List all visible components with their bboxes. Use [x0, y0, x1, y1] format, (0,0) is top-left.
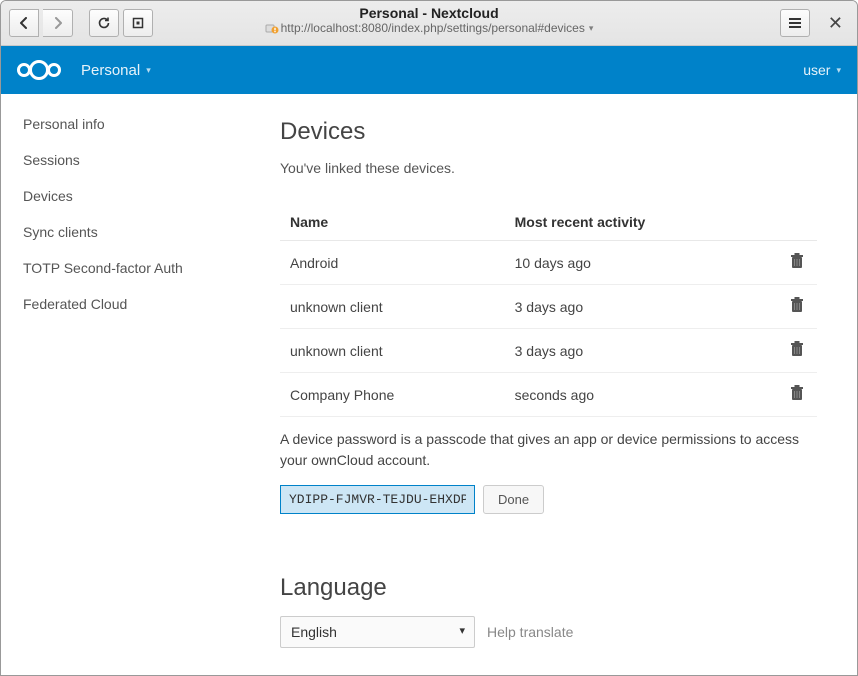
table-row: Android10 days ago	[280, 241, 817, 285]
device-activity: 10 days ago	[505, 241, 777, 285]
settings-sidebar: Personal info Sessions Devices Sync clie…	[1, 94, 256, 675]
user-menu-label: user	[803, 62, 830, 78]
url-text: http://localhost:8080/index.php/settings…	[281, 21, 585, 35]
app-header: Personal ▾ user ▾	[1, 46, 857, 94]
chevron-down-icon: ▾	[146, 65, 151, 76]
device-activity: 3 days ago	[505, 285, 777, 329]
main-content: Devices You've linked these devices. Nam…	[256, 94, 857, 675]
device-name: Company Phone	[280, 373, 505, 417]
table-row: Company Phoneseconds ago	[280, 373, 817, 417]
sidebar-item-label: Sync clients	[23, 224, 98, 240]
device-name: unknown client	[280, 285, 505, 329]
chevron-down-icon: ▾	[836, 65, 841, 76]
devices-heading: Devices	[280, 118, 817, 146]
col-activity: Most recent activity	[505, 204, 777, 241]
trash-icon[interactable]	[790, 385, 804, 401]
nextcloud-logo[interactable]	[17, 60, 61, 80]
insecure-icon	[265, 22, 277, 34]
user-menu[interactable]: user ▾	[803, 62, 841, 78]
col-name: Name	[280, 204, 505, 241]
devices-table: Name Most recent activity Android10 days…	[280, 204, 817, 417]
back-button[interactable]	[9, 9, 39, 37]
app-menu[interactable]: Personal ▾	[81, 62, 151, 79]
trash-icon[interactable]	[790, 341, 804, 357]
sidebar-item-label: Devices	[23, 188, 73, 204]
devices-intro: You've linked these devices.	[280, 160, 817, 176]
menu-button[interactable]	[780, 9, 810, 37]
sidebar-item-devices[interactable]: Devices	[1, 178, 256, 214]
trash-icon[interactable]	[790, 253, 804, 269]
table-row: unknown client3 days ago	[280, 329, 817, 373]
sidebar-item-federated-cloud[interactable]: Federated Cloud	[1, 286, 256, 322]
help-translate-link[interactable]: Help translate	[487, 624, 573, 640]
sidebar-item-personal-info[interactable]: Personal info	[1, 106, 256, 142]
url-dropdown-icon[interactable]: ▾	[589, 23, 594, 34]
sidebar-item-label: Personal info	[23, 116, 105, 132]
home-button[interactable]	[123, 9, 153, 37]
done-button[interactable]: Done	[483, 485, 544, 514]
device-activity: seconds ago	[505, 373, 777, 417]
app-menu-label: Personal	[81, 62, 140, 79]
sidebar-item-label: TOTP Second-factor Auth	[23, 260, 183, 276]
device-token-input[interactable]	[280, 485, 475, 514]
forward-button[interactable]	[43, 9, 73, 37]
sidebar-item-sync-clients[interactable]: Sync clients	[1, 214, 256, 250]
device-name: Android	[280, 241, 505, 285]
sidebar-item-label: Federated Cloud	[23, 296, 127, 312]
sidebar-item-totp[interactable]: TOTP Second-factor Auth	[1, 250, 256, 286]
device-name: unknown client	[280, 329, 505, 373]
sidebar-item-sessions[interactable]: Sessions	[1, 142, 256, 178]
sidebar-item-label: Sessions	[23, 152, 80, 168]
reload-button[interactable]	[89, 9, 119, 37]
device-activity: 3 days ago	[505, 329, 777, 373]
table-row: unknown client3 days ago	[280, 285, 817, 329]
close-button[interactable]: ✕	[822, 9, 849, 38]
trash-icon[interactable]	[790, 297, 804, 313]
language-select[interactable]: English	[280, 616, 475, 648]
language-heading: Language	[280, 574, 817, 602]
browser-titlebar: Personal - Nextcloud http://localhost:80…	[1, 1, 857, 46]
device-password-help: A device password is a passcode that giv…	[280, 429, 817, 471]
address-bar[interactable]: http://localhost:8080/index.php/settings…	[265, 21, 594, 35]
